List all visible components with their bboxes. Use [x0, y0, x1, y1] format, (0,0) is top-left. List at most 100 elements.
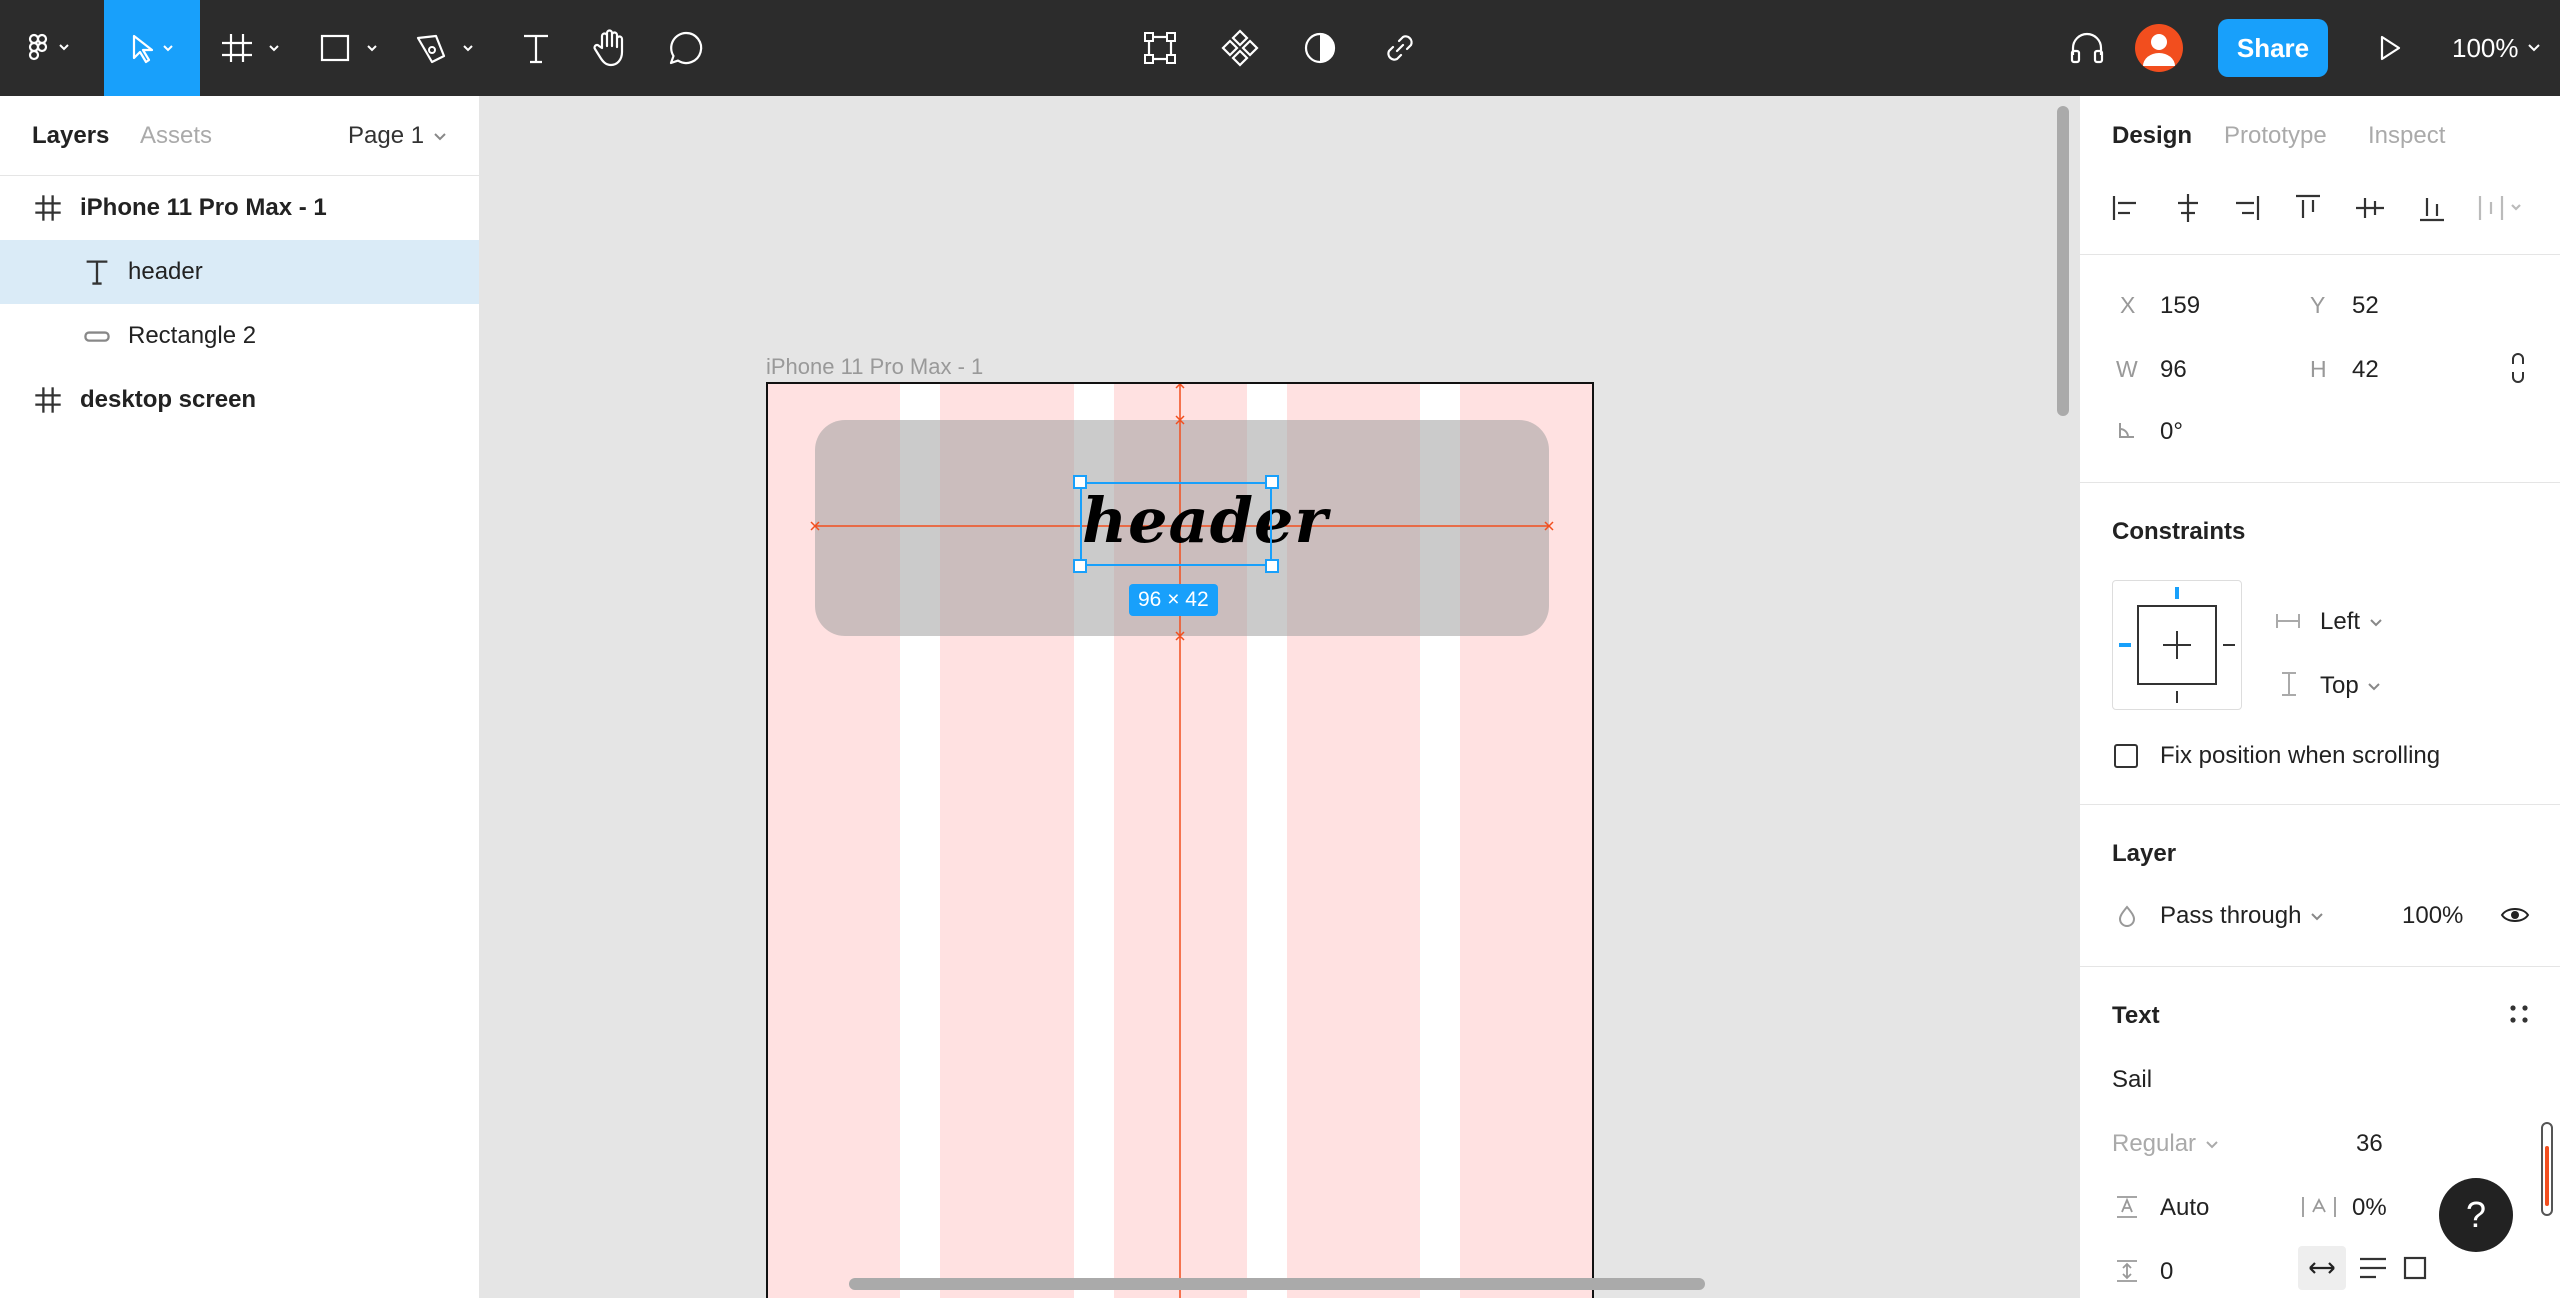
constraints-widget[interactable]: [2112, 580, 2242, 710]
divider: [2080, 254, 2560, 255]
paragraph-spacing-input[interactable]: 0: [2160, 1258, 2173, 1286]
layer-label: Rectangle 2: [128, 322, 257, 349]
auto-width-button[interactable]: [2298, 1246, 2346, 1290]
x-label: X: [2120, 292, 2136, 318]
x-input[interactable]: 159: [2160, 292, 2200, 320]
layer-row-rectangle-2[interactable]: Rectangle 2: [0, 304, 479, 368]
font-style-select[interactable]: Regular: [2112, 1130, 2221, 1158]
width-input[interactable]: 96: [2160, 356, 2187, 384]
top-toolbar: Share 100%: [0, 0, 2560, 96]
chevron-down-icon: [2206, 1140, 2218, 1149]
layer-row-iphone-frame[interactable]: iPhone 11 Pro Max - 1: [0, 176, 479, 240]
height-input[interactable]: 42: [2352, 356, 2379, 384]
text-tool-button[interactable]: [508, 0, 564, 96]
layer-label: header: [128, 258, 203, 285]
pen-tool-button[interactable]: [412, 0, 482, 96]
layer-opacity-input[interactable]: 100%: [2402, 902, 2463, 930]
resize-handle-bottom-right[interactable]: [1265, 559, 1279, 573]
fix-position-label: Fix position when scrolling: [2160, 742, 2441, 769]
move-tool-button[interactable]: [104, 0, 200, 96]
design-canvas[interactable]: iPhone 11 Pro Max - 1 header 96 × 42: [481, 96, 2079, 1298]
fix-position-checkbox[interactable]: [2114, 744, 2138, 768]
hand-tool-button[interactable]: [582, 0, 638, 96]
rectangle-icon: [320, 34, 377, 62]
help-button[interactable]: ?: [2439, 1178, 2513, 1252]
tab-layers[interactable]: Layers: [32, 122, 109, 150]
text-styles-grid-icon[interactable]: [2508, 1003, 2530, 1025]
fixed-size-icon[interactable]: [2400, 1253, 2430, 1283]
layer-label: iPhone 11 Pro Max - 1: [80, 194, 327, 221]
link-button[interactable]: [1378, 0, 1422, 96]
vertical-constraint-select[interactable]: Top: [2320, 672, 2383, 700]
tab-prototype[interactable]: Prototype: [2224, 122, 2327, 150]
y-input[interactable]: 52: [2352, 292, 2379, 320]
frame-tool-button[interactable]: [218, 0, 288, 96]
tab-design[interactable]: Design: [2112, 122, 2192, 150]
create-component-button[interactable]: [1218, 0, 1262, 96]
share-button[interactable]: Share: [2218, 19, 2328, 77]
blend-mode-select[interactable]: Pass through: [2160, 902, 2326, 930]
right-panel-scrollbar[interactable]: [2541, 1122, 2553, 1216]
vertical-constraint-value: Top: [2320, 672, 2359, 699]
present-button[interactable]: [2364, 0, 2414, 96]
edit-object-button[interactable]: [1138, 0, 1182, 96]
chevron-down-icon: [2527, 44, 2540, 52]
page-selector[interactable]: Page 1: [348, 122, 451, 150]
rotation-icon: [2119, 423, 2134, 438]
transform-icon: [1144, 32, 1176, 64]
layer-row-desktop-screen[interactable]: desktop screen: [0, 368, 479, 432]
font-size-input[interactable]: 36: [2356, 1130, 2383, 1158]
pen-icon: [416, 34, 473, 64]
iphone-frame[interactable]: header: [766, 382, 1594, 1298]
constrain-proportions-icon[interactable]: [2508, 351, 2528, 385]
auto-height-icon[interactable]: [2356, 1253, 2390, 1283]
divider: [2080, 804, 2560, 805]
y-label: Y: [2310, 292, 2326, 318]
horizontal-constraint-select[interactable]: Left: [2320, 608, 2385, 636]
align-left-icon: [2112, 196, 2136, 220]
text-t-icon: [524, 34, 548, 64]
scrollbar-thumb: [2545, 1146, 2549, 1206]
chevron-down-icon: [2311, 912, 2323, 921]
mask-button[interactable]: [1298, 0, 1342, 96]
layer-row-header[interactable]: header: [0, 240, 479, 304]
resize-handle-bottom-left[interactable]: [1073, 559, 1087, 573]
right-panel: Design Prototype Inspect X 159 Y 52 W 96…: [2079, 96, 2560, 1298]
font-family-select[interactable]: Sail: [2112, 1066, 2152, 1094]
figma-logo-icon: [28, 33, 69, 61]
letter-spacing-icon: [2302, 1197, 2336, 1217]
audio-button[interactable]: [2062, 0, 2112, 96]
vertical-scrollbar[interactable]: [2057, 106, 2069, 416]
component-icon: [1221, 29, 1259, 67]
frame-title[interactable]: iPhone 11 Pro Max - 1: [766, 354, 983, 380]
letter-spacing-input[interactable]: 0%: [2352, 1194, 2387, 1222]
selection-box[interactable]: [1080, 482, 1272, 566]
chevron-down-icon: [434, 132, 446, 141]
shape-tool-button[interactable]: [316, 0, 386, 96]
zoom-menu[interactable]: 100%: [2452, 0, 2547, 96]
font-style-value: Regular: [2112, 1130, 2197, 1157]
eye-visibility-icon[interactable]: [2500, 904, 2530, 926]
main-menu-button[interactable]: [18, 0, 84, 96]
rotation-input[interactable]: 0°: [2160, 418, 2183, 446]
line-height-input[interactable]: Auto: [2160, 1194, 2209, 1222]
frame-hash-icon: [35, 387, 61, 413]
auto-width-arrows-icon: [2309, 1262, 2335, 1274]
comment-tool-button[interactable]: [658, 0, 714, 96]
tab-assets[interactable]: Assets: [140, 122, 212, 150]
horizontal-scrollbar[interactable]: [849, 1278, 1705, 1290]
text-t-icon: [86, 260, 108, 285]
alignment-toolbar: [2112, 194, 2521, 222]
contrast-icon: [1304, 32, 1336, 64]
user-avatar[interactable]: [2135, 24, 2183, 72]
paragraph-spacing-icon: [2117, 1260, 2137, 1282]
resize-handle-top-right[interactable]: [1265, 475, 1279, 489]
h-label: H: [2310, 356, 2327, 382]
layer-section-title: Layer: [2112, 840, 2177, 867]
headphones-icon: [2070, 32, 2104, 64]
link-chain-icon: [1387, 35, 1413, 61]
zoom-label: 100%: [2452, 32, 2519, 63]
distribute-icon: [2478, 196, 2521, 220]
resize-handle-top-left[interactable]: [1073, 475, 1087, 489]
tab-inspect[interactable]: Inspect: [2368, 122, 2445, 150]
